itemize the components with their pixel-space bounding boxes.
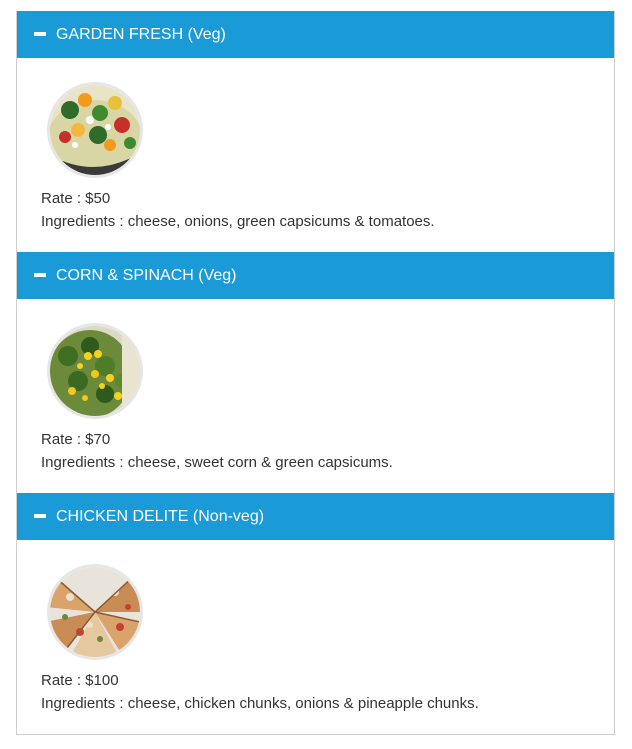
rate-label: Rate : $100 bbox=[41, 672, 119, 689]
section-title: CORN & SPINACH (Veg) bbox=[56, 266, 237, 284]
accordion-header-garden-fresh[interactable]: GARDEN FRESH (Veg) bbox=[17, 11, 614, 58]
accordion-header-chicken-delite[interactable]: CHICKEN DELITE (Non-veg) bbox=[17, 493, 614, 540]
ingredients-label: Ingredients : cheese, onions, green caps… bbox=[41, 213, 435, 230]
accordion-panel-corn-spinach: Rate : $70 Ingredients : cheese, sweet c… bbox=[17, 299, 614, 493]
accordion-header-corn-spinach[interactable]: CORN & SPINACH (Veg) bbox=[17, 252, 614, 299]
section-title: CHICKEN DELITE (Non-veg) bbox=[56, 507, 265, 525]
rate-label: Rate : $50 bbox=[41, 190, 111, 207]
accordion-panel-chicken-delite: Rate : $100 Ingredients : cheese, chicke… bbox=[17, 540, 614, 734]
section-title: GARDEN FRESH (Veg) bbox=[56, 25, 226, 43]
pizza-garden-fresh-image bbox=[47, 82, 143, 178]
ingredients-label: Ingredients : cheese, chicken chunks, on… bbox=[41, 695, 479, 712]
accordion-section-corn-spinach: CORN & SPINACH (Veg) Rate: $70 Ingredie… bbox=[17, 252, 614, 493]
accordion-panel-garden-fresh: Rate : $50 Ingredients : cheese, onions,… bbox=[17, 58, 614, 252]
pizza-corn-spinach-image bbox=[47, 323, 143, 419]
pizza-accordion: GARDEN FRESH (Veg) Rate: $50 Ingredient… bbox=[16, 11, 615, 735]
ingredients-label: Ingredients : cheese, sweet corn & green… bbox=[41, 454, 393, 471]
pizza-chicken-delite-image bbox=[47, 564, 143, 660]
accordion-section-chicken-delite: CHICKEN DELITE (Non-veg) Rate: $100 Ing… bbox=[17, 493, 614, 734]
minus-icon[interactable] bbox=[34, 31, 46, 36]
accordion-section-garden-fresh: GARDEN FRESH (Veg) Rate: $50 Ingredient… bbox=[17, 11, 614, 252]
minus-icon[interactable] bbox=[34, 272, 46, 277]
minus-icon[interactable] bbox=[34, 513, 46, 518]
rate-label: Rate : $70 bbox=[41, 431, 111, 448]
